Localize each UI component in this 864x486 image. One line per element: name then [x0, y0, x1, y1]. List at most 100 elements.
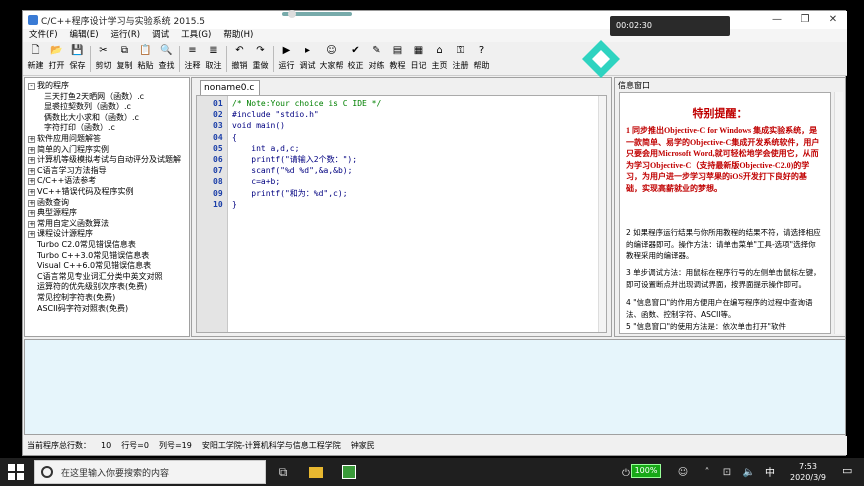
toolbar-button-new-file[interactable]: 🗋 新建	[25, 42, 46, 75]
toolbar-button-run[interactable]: ▶ 运行	[276, 42, 297, 75]
code-line[interactable]: printf("和为：%d",c);	[232, 189, 347, 199]
app-taskbar-icon[interactable]	[338, 461, 360, 483]
editor-scrollbar[interactable]	[598, 96, 606, 332]
line-number[interactable]: 04	[213, 133, 223, 143]
line-gutter[interactable]: 01 02 03 04 05 06 07 08 09 10	[197, 96, 228, 332]
tree-item[interactable]: 字符打印（函数）.c	[44, 123, 115, 132]
output-pane[interactable]	[24, 339, 846, 435]
people-icon[interactable]: ☺	[672, 461, 694, 483]
taskbar-search[interactable]: 在这里输入你要搜索的内容	[34, 460, 266, 484]
expand-icon[interactable]: +	[28, 178, 35, 186]
tree-item[interactable]: + C语言学习方法指导	[28, 166, 107, 175]
toolbar-button-practice[interactable]: ✎ 对练	[366, 42, 387, 75]
expand-icon[interactable]: +	[28, 199, 35, 207]
line-number[interactable]: 05	[213, 144, 223, 154]
system-clock[interactable]: 7:53 2020/3/9	[780, 461, 836, 483]
minimize-button[interactable]: —	[763, 11, 791, 29]
toolbar-button-debug[interactable]: ▸ 调试	[297, 42, 318, 75]
notification-icon[interactable]: ▭	[842, 464, 852, 477]
toolbar-button-people[interactable]: ☺ 大家帮	[318, 42, 345, 75]
line-number[interactable]: 03	[213, 121, 223, 131]
toolbar-button-paste[interactable]: 📋 粘贴	[135, 42, 156, 75]
expand-icon[interactable]: +	[28, 146, 35, 154]
line-number[interactable]: 01	[213, 99, 223, 109]
toolbar-button-uncomment[interactable]: ≣ 取注	[203, 42, 224, 75]
line-number[interactable]: 02	[213, 110, 223, 120]
toolbar-button-save[interactable]: 💾 保存	[67, 42, 88, 75]
expand-icon[interactable]: +	[28, 157, 35, 165]
tree-item[interactable]: 显裘拉契数列（函数）.c	[44, 102, 131, 111]
line-number[interactable]: 06	[213, 155, 223, 165]
toolbar-button-undo[interactable]: ↶ 撤销	[229, 42, 250, 75]
code-line[interactable]: c=a+b;	[232, 177, 280, 187]
toolbar-button-redo[interactable]: ↷ 重做	[250, 42, 271, 75]
task-view-icon[interactable]: ⧉	[272, 461, 294, 483]
toolbar-button-tutorial[interactable]: ▤ 教程	[387, 42, 408, 75]
toolbar-button-find[interactable]: 🔍 查找	[156, 42, 177, 75]
close-button[interactable]: ✕	[819, 11, 847, 29]
expand-icon[interactable]: +	[28, 167, 35, 175]
tree-item[interactable]: + 典型源程序	[28, 208, 77, 218]
tree-item[interactable]: + C/C++语法参考	[28, 176, 96, 186]
code-line[interactable]: }	[232, 200, 237, 210]
tree-item[interactable]: 俩数比大小求和（函数）.c	[44, 113, 139, 122]
code-line[interactable]: printf("请输入2个数：");	[232, 155, 357, 165]
code-editor[interactable]: 01 02 03 04 05 06 07 08 09 10 /* Note:Your choice…	[196, 95, 607, 333]
file-tab[interactable]: noname0.c	[200, 80, 260, 95]
tree-item[interactable]: + VC++错误代码及程序实例	[28, 187, 133, 196]
code-line[interactable]: scanf("%d %d",&a,&b);	[232, 166, 352, 176]
toolbar-button-register[interactable]: ⚿ 注册	[450, 42, 471, 75]
toolbar-button-open-folder[interactable]: 📂 打开	[46, 42, 67, 75]
code-line[interactable]: #include "stdio.h"	[232, 110, 319, 120]
tree-item[interactable]: 运算符的优先级别次序表(免费)	[37, 282, 147, 291]
tree-item[interactable]: Turbo C2.0常见错误信息表	[37, 240, 136, 249]
line-number[interactable]: 10	[213, 200, 223, 210]
line-number[interactable]: 08	[213, 177, 223, 187]
volume-icon[interactable]: 🔈	[738, 461, 760, 483]
code-line[interactable]: {	[232, 133, 237, 143]
tree-item[interactable]: C语言常见专业词汇分类中英文对照	[37, 272, 163, 281]
toolbar-button-cut[interactable]: ✂ 剪切	[93, 42, 114, 75]
tree-item[interactable]: 常见控制字符表(免费)	[37, 293, 115, 302]
menu-item-5[interactable]: 帮助(H)	[217, 29, 259, 42]
tree-item[interactable]: ASCII码字符对照表(免费)	[37, 304, 128, 313]
line-number[interactable]: 07	[213, 166, 223, 176]
expand-icon[interactable]: +	[28, 189, 35, 196]
expand-icon[interactable]: +	[28, 136, 35, 143]
windows-start-icon[interactable]	[8, 464, 24, 480]
code-line[interactable]: void main()	[232, 121, 285, 131]
toolbar-button-copy[interactable]: ⧉ 复制	[114, 42, 135, 75]
network-icon[interactable]: ⊡	[716, 461, 738, 483]
tree-item[interactable]: + 软件应用问题解答	[28, 134, 101, 143]
menu-item-4[interactable]: 工具(G)	[175, 29, 217, 42]
battery-indicator[interactable]: 100%	[631, 464, 661, 478]
tree-item[interactable]: - 我的程序	[28, 81, 69, 90]
tree-item[interactable]: 三天打鱼2天晒网（函数）.c	[44, 92, 144, 101]
tree-item[interactable]: + 常用自定义函数算法	[28, 219, 109, 228]
tree-item[interactable]: + 课程设计源程序	[28, 229, 93, 239]
line-number[interactable]: 09	[213, 189, 223, 199]
toolbar-button-diary[interactable]: ▦ 日记	[408, 42, 429, 75]
menu-item-0[interactable]: 文件(F)	[23, 29, 64, 42]
toolbar-button-help[interactable]: ? 帮助	[471, 42, 492, 75]
ime-indicator[interactable]: 中	[765, 464, 775, 479]
chevron-up-icon[interactable]: ˄	[696, 461, 718, 483]
tree-item[interactable]: + 计算机等级模拟考试与自动评分及试题解	[28, 155, 181, 165]
toolbar-button-check[interactable]: ✔ 校正	[345, 42, 366, 75]
menu-item-1[interactable]: 编辑(E)	[64, 29, 105, 42]
menu-item-3[interactable]: 调试	[146, 29, 175, 42]
expand-icon[interactable]: +	[28, 231, 35, 239]
expand-icon[interactable]: +	[28, 220, 35, 228]
toolbar-button-home[interactable]: ⌂ 主页	[429, 42, 450, 75]
code-line[interactable]: /* Note:Your choice is C IDE */	[232, 99, 381, 109]
file-explorer-icon[interactable]	[305, 461, 327, 483]
toolbar-button-comment[interactable]: ≡ 注释	[182, 42, 203, 75]
code-line[interactable]: int a,d,c;	[232, 144, 299, 154]
expand-icon[interactable]: +	[28, 210, 35, 218]
tree-item[interactable]: + 函数查询	[28, 198, 69, 207]
tree-item[interactable]: + 简单的入门程序实例	[28, 145, 109, 154]
menu-item-2[interactable]: 运行(R)	[105, 29, 147, 42]
info-scrollbar[interactable]	[834, 92, 843, 334]
tree-item[interactable]: Turbo C++3.0常见错误信息表	[37, 251, 149, 260]
tree-item[interactable]: Visual C++6.0常见错误信息表	[37, 261, 151, 270]
